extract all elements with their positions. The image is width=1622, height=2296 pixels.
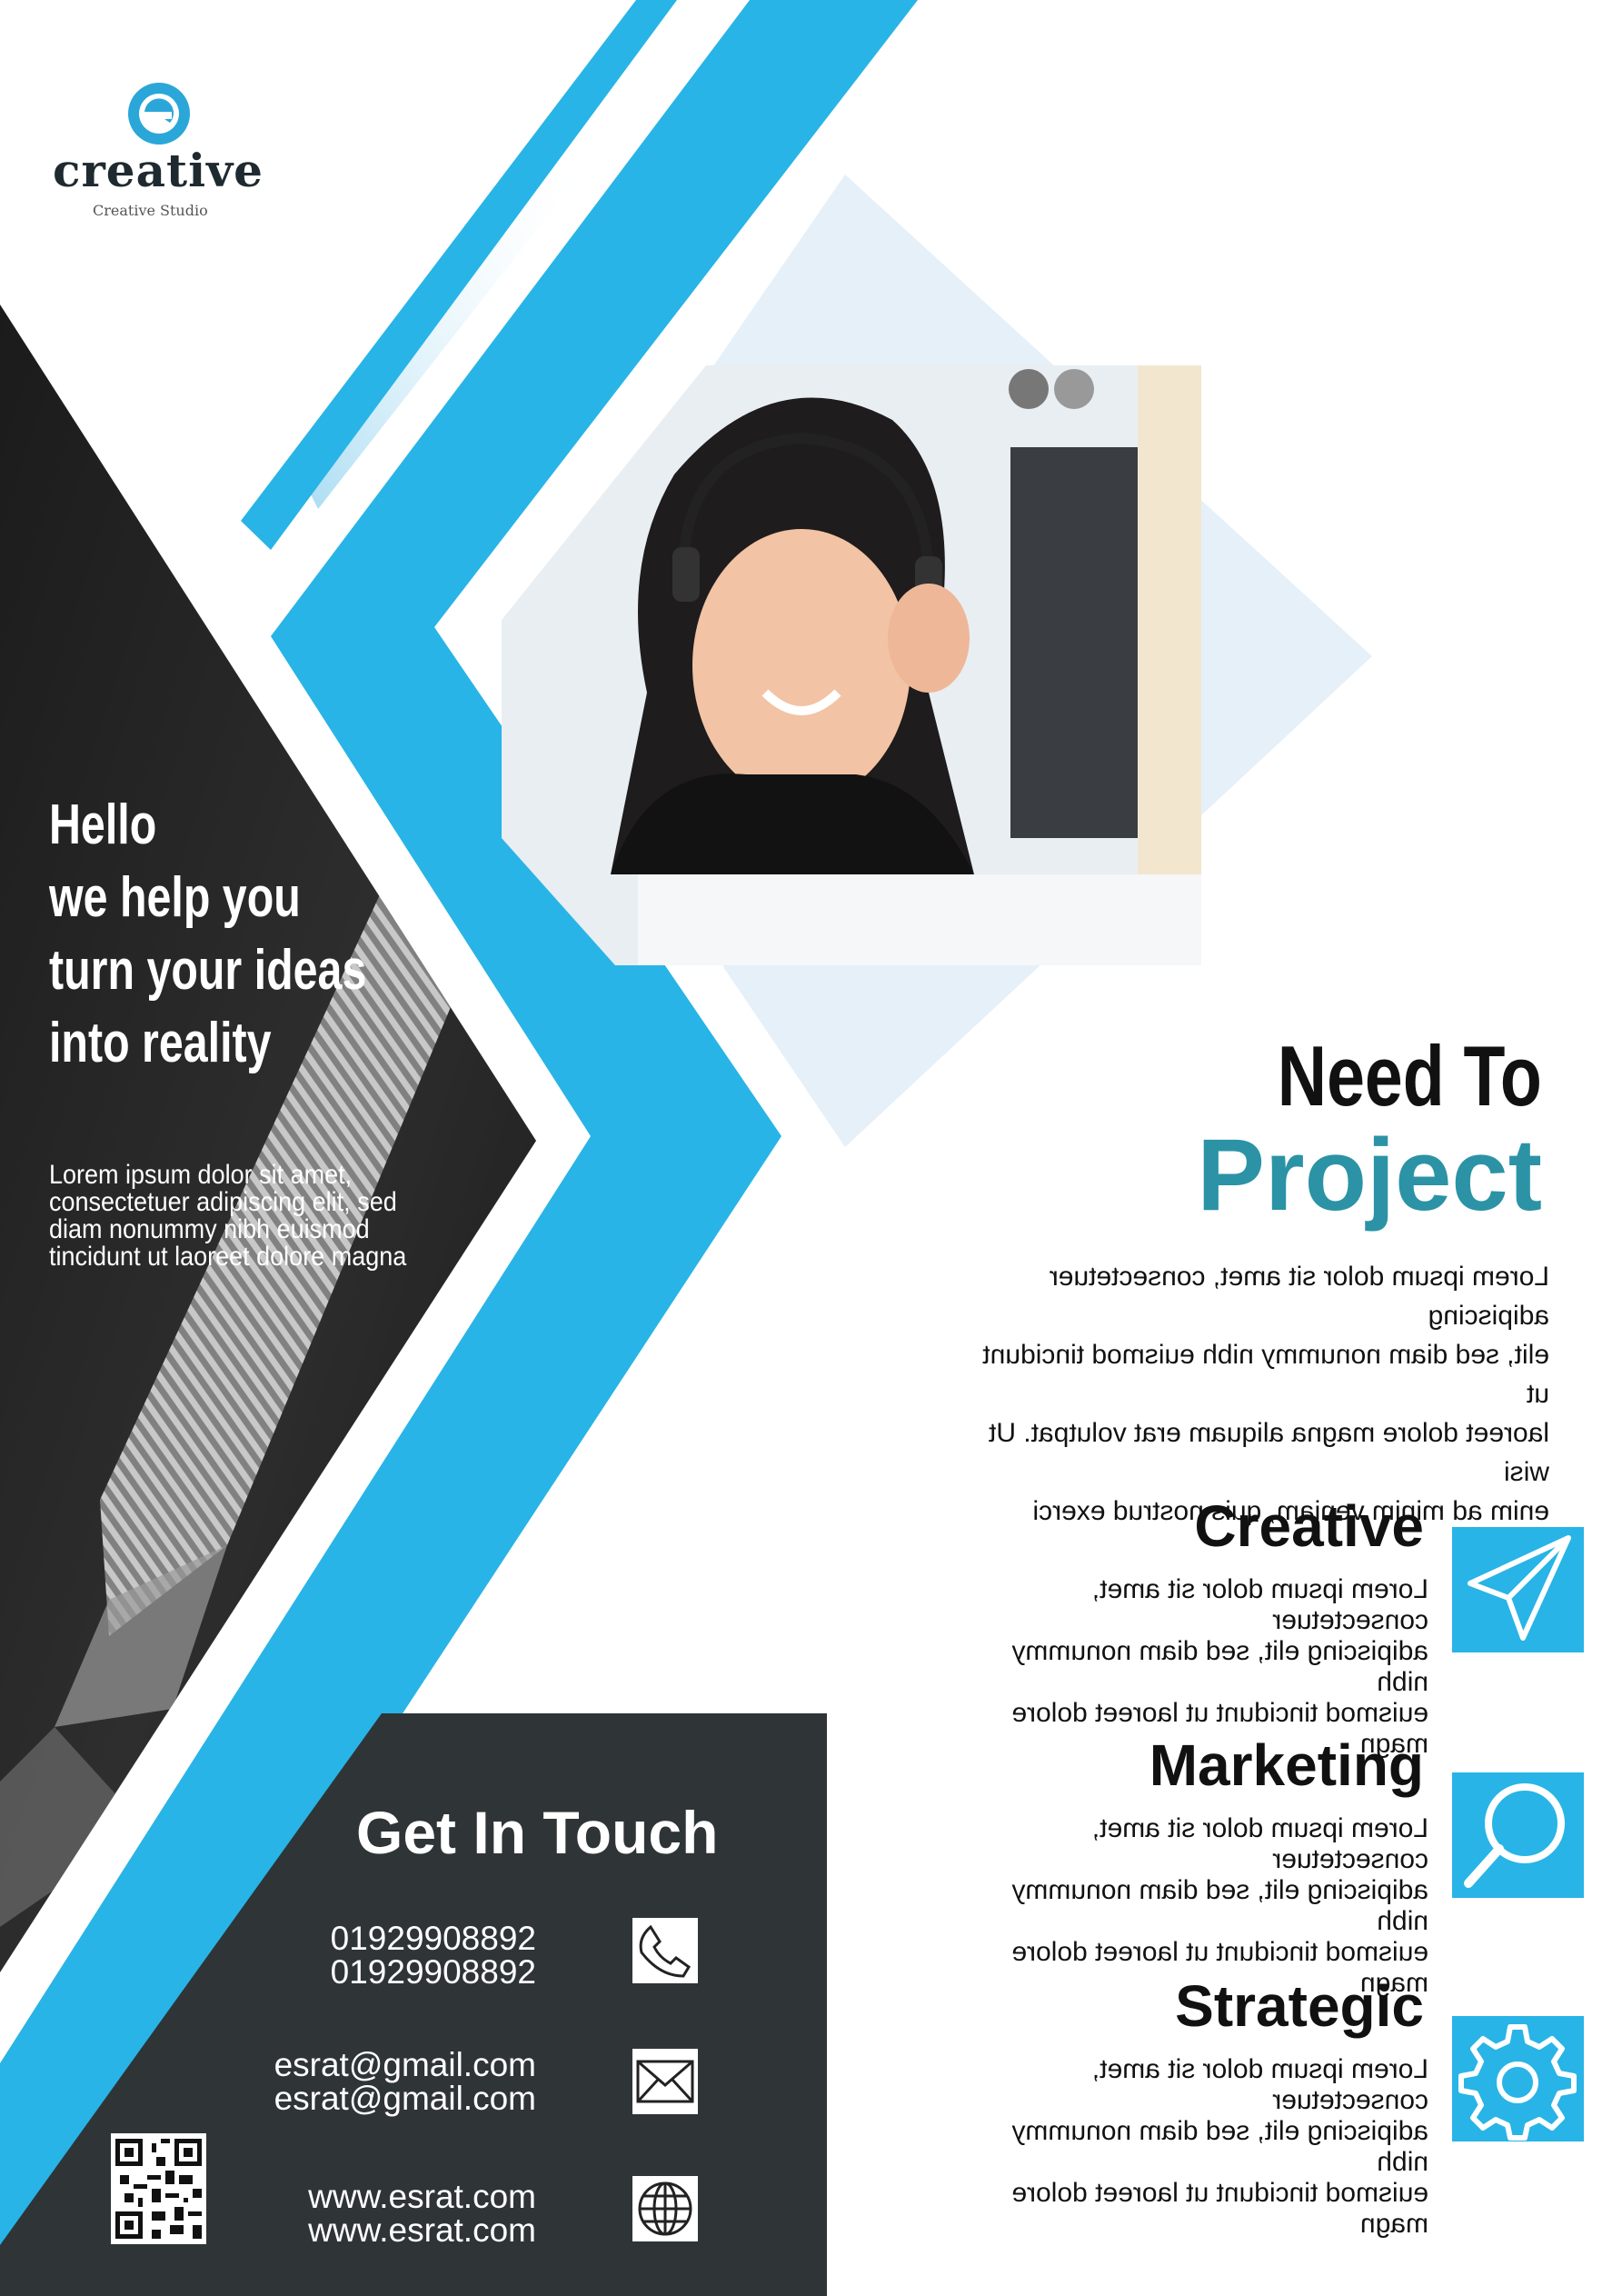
support-agent-photo <box>502 365 1201 965</box>
hero-body: Lorem ipsum dolor sit amet, consectetuer… <box>49 1162 425 1271</box>
phone-number[interactable]: 01929908892 <box>331 1955 536 1989</box>
website-urls: www.esrat.com www.esrat.com <box>308 2180 536 2247</box>
project-highlight: Project <box>1197 1118 1542 1232</box>
phone-numbers: 01929908892 01929908892 <box>331 1922 536 1989</box>
qr-code[interactable] <box>111 2133 206 2244</box>
envelope-icon <box>632 2049 698 2114</box>
phone-icon <box>632 1918 698 1983</box>
service-body-line: Lorem ipsum dolor sit amet, consectetuer <box>1091 1574 1428 1635</box>
project-body-line: Lorem ipsum dolor sit amet, consectetuer… <box>1049 1262 1549 1331</box>
service-body-strategic: Lorem ipsum dolor sit amet, consectetuer… <box>974 2054 1428 2240</box>
hero-body-line: tincidunt ut laoreet dolore magna <box>49 1242 407 1272</box>
hero-body-line: consectetuer adipiscing elit, sed <box>49 1187 397 1217</box>
hero-headline-line: turn your ideas <box>49 939 367 1002</box>
service-body-marketing: Lorem ipsum dolor sit amet, consectetuer… <box>974 1813 1428 1999</box>
website-url[interactable]: www.esrat.com <box>308 2213 536 2247</box>
service-body-line: adipiscing elit, sed diam nonummy nibh <box>1011 1875 1428 1936</box>
email-addresses: esrat@gmail.com esrat@gmail.com <box>274 2048 536 2115</box>
globe-icon <box>632 2176 698 2241</box>
paper-plane-icon <box>1452 1527 1584 1652</box>
project-body-line: laoreet dolore magna aliquam erat volutp… <box>988 1418 1549 1487</box>
project-body-line: elit, sed diam nonummy nibh euismod tinc… <box>982 1340 1549 1409</box>
project-heading: Need To <box>1277 1028 1542 1123</box>
service-body-line: adipiscing elit, sed diam nonummy nibh <box>1011 2116 1428 2177</box>
service-title-strategic: Strategic <box>1175 1973 1424 2039</box>
phone-number[interactable]: 01929908892 <box>331 1922 536 1955</box>
service-body-line: adipiscing elit, sed diam nonummy nibh <box>1011 1636 1428 1697</box>
hero-headline: Hello we help you turn your ideas into r… <box>49 789 367 1080</box>
service-title-marketing: Marketing <box>1149 1732 1424 1798</box>
service-body-line: euismod tincidunt ut laoreet dolore magn <box>1011 2178 1428 2239</box>
service-title-creative: Creative <box>1194 1493 1424 1559</box>
gear-icon <box>1452 2016 1584 2141</box>
hero-headline-line: we help you <box>49 866 301 929</box>
logo-swirl-icon <box>128 83 190 145</box>
email-address[interactable]: esrat@gmail.com <box>274 2081 536 2115</box>
hero-body-line: diam nonummy nibh euismod <box>49 1214 370 1244</box>
service-body-line: Lorem ipsum dolor sit amet, consectetuer <box>1091 1813 1428 1874</box>
magnifier-icon <box>1452 1772 1584 1898</box>
website-url[interactable]: www.esrat.com <box>308 2180 536 2213</box>
logo-wordmark: creative <box>53 144 264 197</box>
logo-tagline: Creative Studio <box>93 202 208 219</box>
hero-headline-line: Hello <box>49 794 157 856</box>
hero-headline-line: into reality <box>49 1012 272 1074</box>
email-address[interactable]: esrat@gmail.com <box>274 2048 536 2081</box>
contact-title: Get In Touch <box>356 1799 719 1866</box>
service-body-line: Lorem ipsum dolor sit amet, consectetuer <box>1091 2054 1428 2115</box>
hero-body-line: Lorem ipsum dolor sit amet, <box>49 1160 353 1190</box>
